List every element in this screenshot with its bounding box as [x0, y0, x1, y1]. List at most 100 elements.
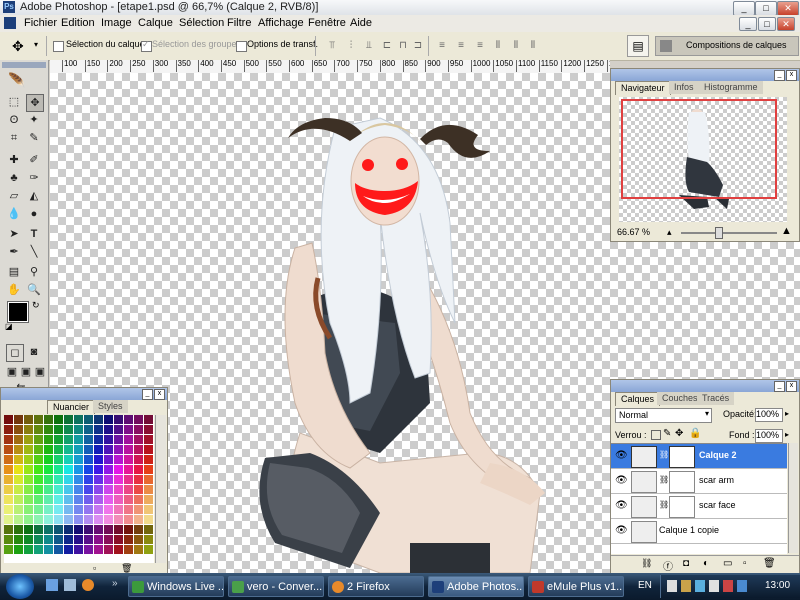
color-swatch[interactable] [34, 465, 43, 474]
lock-all-icon[interactable]: 🔒 [689, 428, 701, 439]
color-swatch[interactable] [74, 415, 83, 424]
color-swatch[interactable] [44, 455, 53, 464]
layer-row-scar-face[interactable]: 👁 ⛓ scar face [611, 494, 787, 519]
maximize-button[interactable]: □ [755, 1, 777, 16]
color-swatch[interactable] [114, 515, 123, 524]
tools-grip[interactable] [2, 62, 46, 68]
eyedropper-tool-icon[interactable]: ⚲ [26, 264, 42, 280]
color-swatch[interactable] [114, 535, 123, 544]
color-swatch[interactable] [74, 485, 83, 494]
lock-pixels-icon[interactable]: ✎ [663, 428, 671, 439]
menu-affichage[interactable]: Affichage [258, 17, 304, 29]
doc-close-button[interactable]: ✕ [777, 17, 795, 31]
switch-windows-icon[interactable] [64, 579, 76, 591]
delete-layer-icon[interactable]: 🗑 [763, 558, 776, 569]
slice-tool-icon[interactable]: ✎ [26, 130, 42, 146]
color-swatch[interactable] [44, 425, 53, 434]
color-swatch[interactable] [104, 455, 113, 464]
firefox-quicklaunch-icon[interactable] [82, 579, 94, 591]
color-swatch[interactable] [144, 455, 153, 464]
color-swatch[interactable] [124, 495, 133, 504]
color-swatch[interactable] [84, 415, 93, 424]
color-swatch[interactable] [4, 505, 13, 514]
color-swatch[interactable] [34, 515, 43, 524]
color-swatch[interactable] [114, 425, 123, 434]
task-vero-conversation[interactable]: vero - Conver... [228, 576, 324, 597]
color-swatch[interactable] [14, 485, 23, 494]
color-swatch[interactable] [4, 455, 13, 464]
color-swatch[interactable] [134, 515, 143, 524]
color-swatch[interactable] [74, 465, 83, 474]
color-swatch[interactable] [114, 465, 123, 474]
color-swatch[interactable] [144, 445, 153, 454]
color-swatch[interactable] [64, 475, 73, 484]
color-swatch[interactable] [74, 545, 83, 554]
color-swatch[interactable] [4, 415, 13, 424]
color-swatch[interactable] [74, 525, 83, 534]
color-swatch[interactable] [74, 445, 83, 454]
group-select-checkbox[interactable] [141, 39, 152, 52]
color-swatch[interactable] [54, 455, 63, 464]
color-swatch[interactable] [84, 475, 93, 484]
color-swatch[interactable] [4, 495, 13, 504]
zoom-in-icon[interactable]: ▲ [781, 225, 792, 237]
color-swatch[interactable] [34, 495, 43, 504]
color-swatch[interactable] [54, 525, 63, 534]
color-swatch[interactable] [134, 415, 143, 424]
fill-input[interactable]: 100% [755, 429, 783, 443]
brush-tool-icon[interactable]: ✐ [26, 152, 42, 168]
color-swatch[interactable] [94, 435, 103, 444]
network-icon[interactable] [695, 580, 705, 592]
color-swatch[interactable] [104, 435, 113, 444]
task-firefox[interactable]: 2 Firefox [328, 576, 424, 597]
lasso-tool-icon[interactable]: ʘ [6, 112, 22, 128]
distribute-vcenter-icon[interactable]: ≡ [455, 40, 467, 52]
color-swatch[interactable] [54, 475, 63, 484]
color-swatch[interactable] [4, 515, 13, 524]
close-button[interactable]: ✕ [777, 1, 799, 16]
color-swatch[interactable] [104, 485, 113, 494]
color-swatch[interactable] [84, 445, 93, 454]
color-swatch[interactable] [84, 525, 93, 534]
color-swatch[interactable] [144, 535, 153, 544]
color-swatch[interactable] [44, 525, 53, 534]
color-swatch[interactable] [94, 425, 103, 434]
swatches-scrollbar[interactable] [155, 415, 166, 563]
layer-row-calque-1-copie[interactable]: 👁 Calque 1 copie [611, 519, 787, 544]
color-swatch[interactable] [54, 545, 63, 554]
color-swatch[interactable] [24, 485, 33, 494]
visibility-eye-icon[interactable]: 👁 [615, 525, 628, 536]
panel-close-icon[interactable]: x [786, 70, 797, 81]
color-swatch[interactable] [104, 465, 113, 474]
color-swatch[interactable] [54, 495, 63, 504]
color-swatch[interactable] [74, 425, 83, 434]
color-swatch[interactable] [14, 505, 23, 514]
color-swatch[interactable] [4, 435, 13, 444]
color-swatch[interactable] [84, 425, 93, 434]
marquee-tool-icon[interactable]: ⬚ [6, 94, 22, 110]
color-swatch[interactable] [124, 475, 133, 484]
color-swatch[interactable] [144, 545, 153, 554]
file-browser-icon[interactable]: ▤ [627, 35, 649, 57]
color-swatch[interactable] [84, 545, 93, 554]
visibility-eye-icon[interactable]: 👁 [615, 450, 628, 461]
color-swatch[interactable] [24, 505, 33, 514]
color-swatch[interactable] [84, 495, 93, 504]
navigator-view-box[interactable] [621, 99, 777, 199]
adjustment-layer-icon[interactable]: ◐ [703, 558, 709, 569]
color-swatch[interactable] [104, 525, 113, 534]
color-swatch[interactable] [74, 495, 83, 504]
task-adobe-photoshop[interactable]: Adobe Photos... [428, 576, 524, 597]
color-swatch[interactable] [104, 495, 113, 504]
color-swatch[interactable] [134, 495, 143, 504]
color-swatch[interactable] [14, 435, 23, 444]
color-swatch[interactable] [74, 535, 83, 544]
color-swatch[interactable] [114, 475, 123, 484]
color-swatch[interactable] [34, 475, 43, 484]
tab-calques[interactable]: Calques [615, 392, 661, 406]
distribute-hcenter-icon[interactable]: ⦀ [510, 40, 522, 52]
color-swatch[interactable] [54, 435, 63, 444]
opacity-input[interactable]: 100% [755, 408, 783, 422]
navigator-panel-header[interactable]: _ x [611, 69, 799, 81]
menu-aide[interactable]: Aide [350, 17, 372, 29]
